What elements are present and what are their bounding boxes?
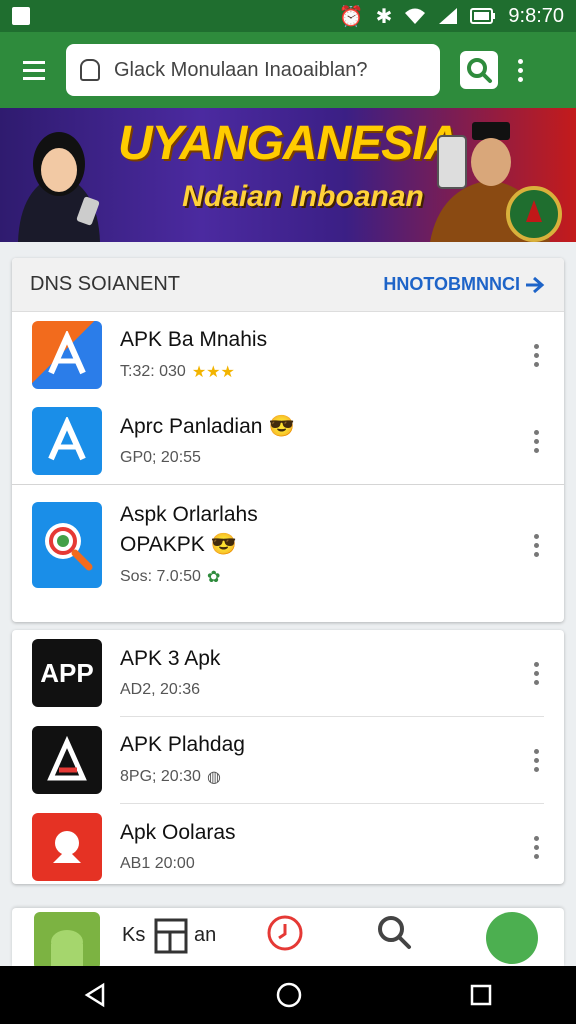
home-icon[interactable] <box>275 981 303 1009</box>
app-meta: T:32: 030 <box>120 363 186 380</box>
bottom-label-a: Ks <box>122 924 146 946</box>
battery-icon <box>470 8 496 24</box>
app-meta: AB1 20:00 <box>120 855 195 872</box>
recents-icon[interactable] <box>469 983 493 1007</box>
person-right-image <box>430 122 562 242</box>
person-left-image <box>18 132 100 242</box>
app-icon-6 <box>32 813 102 881</box>
badge-icon: 😎 <box>268 415 295 438</box>
app-icon-2 <box>32 407 102 475</box>
bottom-toolbar: Ks an <box>12 908 564 966</box>
more-vert-icon[interactable] <box>524 343 548 367</box>
wifi-icon <box>405 8 426 24</box>
more-vert-icon[interactable] <box>524 835 548 859</box>
menu-icon[interactable] <box>12 48 56 92</box>
top-app-bar: Glack Monulaan Inaoaiblan? <box>0 32 576 108</box>
search-placeholder: Glack Monulaan Inaoaiblan? <box>114 58 368 81</box>
notification-icon <box>12 7 30 25</box>
app-name: APK Plahdag <box>120 733 245 756</box>
section-header: DNS SOIANENT HNOTOBMNNCI <box>12 258 564 312</box>
more-vert-icon[interactable] <box>524 533 548 557</box>
search-icon[interactable] <box>376 914 412 950</box>
clock: 9:8:70 <box>508 4 564 27</box>
app-row[interactable]: Aprc Panladian 😎 GP0; 20:55 <box>12 398 564 484</box>
app-row[interactable]: Apk Oolaras AB1 20:00 <box>12 804 564 884</box>
more-vert-icon[interactable] <box>524 748 548 772</box>
app-name-secondary: OPAKPK <box>120 533 205 556</box>
app-name: APK Ba Mnahis <box>120 328 268 351</box>
banner-subtitle: Ndaian Inboanan <box>182 180 424 213</box>
see-more-link[interactable]: HNOTOBMNNCI <box>383 274 546 296</box>
app-row[interactable]: APP APK 3 Apk AD2, 20:36 <box>12 630 564 716</box>
app-icon-1 <box>32 321 102 389</box>
app-meta: AD2, 20:36 <box>120 681 201 698</box>
alarm-icon: ⏰ <box>338 5 364 28</box>
android-app-icon[interactable] <box>34 912 100 966</box>
app-icon-3 <box>32 502 102 588</box>
app-icon-4: APP <box>32 639 102 707</box>
app-icon-5 <box>32 726 102 794</box>
system-nav-bar <box>0 966 576 1024</box>
app-row[interactable]: APK Ba Mnahis T:32: 030 ★★★ <box>12 312 564 398</box>
badge-icon: 😎 <box>210 533 237 556</box>
clock-icon[interactable] <box>266 914 304 952</box>
app-meta: GP0; 20:55 <box>120 449 201 466</box>
app-row[interactable]: APK Plahdag 8PG; 20:30 ◍ <box>12 717 564 803</box>
rating-stars-icon: ★★★ <box>191 364 235 381</box>
lock-icon <box>80 59 100 81</box>
search-button[interactable] <box>460 51 498 89</box>
promo-banner[interactable]: UYANGANESIA Ndaian Inboanan <box>0 108 576 242</box>
section-card-2: APP APK 3 Apk AD2, 20:36 APK Plahdag 8PG… <box>12 630 564 884</box>
app-name: APK 3 Apk <box>120 647 221 670</box>
app-row[interactable]: Aspk Orlarlahs OPAKPK 😎 Sos: 7.0:50 ✿ <box>12 485 564 605</box>
bluetooth-icon: ✱ <box>375 5 393 28</box>
more-vert-icon[interactable] <box>524 661 548 685</box>
bottom-label-b: an <box>194 924 217 946</box>
signal-icon <box>439 8 458 24</box>
more-vert-icon[interactable] <box>518 58 523 82</box>
back-icon[interactable] <box>83 982 109 1008</box>
arrow-right-icon <box>526 276 545 293</box>
account-avatar[interactable] <box>486 912 538 964</box>
search-icon <box>467 58 492 83</box>
verified-icon: ✿ <box>206 569 221 586</box>
app-meta: Sos: 7.0:50 <box>120 568 201 585</box>
more-vert-icon[interactable] <box>524 429 548 453</box>
section-title: DNS SOIANENT <box>30 273 181 295</box>
search-input[interactable]: Glack Monulaan Inaoaiblan? <box>66 44 440 96</box>
app-name: Aspk Orlarlahs <box>120 503 258 526</box>
layout-icon[interactable] <box>154 918 188 954</box>
banner-title: UYANGANESIA <box>118 117 459 170</box>
section-card-1: DNS SOIANENT HNOTOBMNNCI APK Ba Mnahis T… <box>12 258 564 622</box>
app-name: Apk Oolaras <box>120 821 236 844</box>
shield-icon: ◍ <box>206 769 221 786</box>
app-name: Aprc Panladian <box>120 415 263 438</box>
app-meta: 8PG; 20:30 <box>120 768 201 785</box>
status-bar: ⏰ ✱ 9:8:70 <box>0 0 576 32</box>
see-more-label: HNOTOBMNNCI <box>383 274 520 294</box>
